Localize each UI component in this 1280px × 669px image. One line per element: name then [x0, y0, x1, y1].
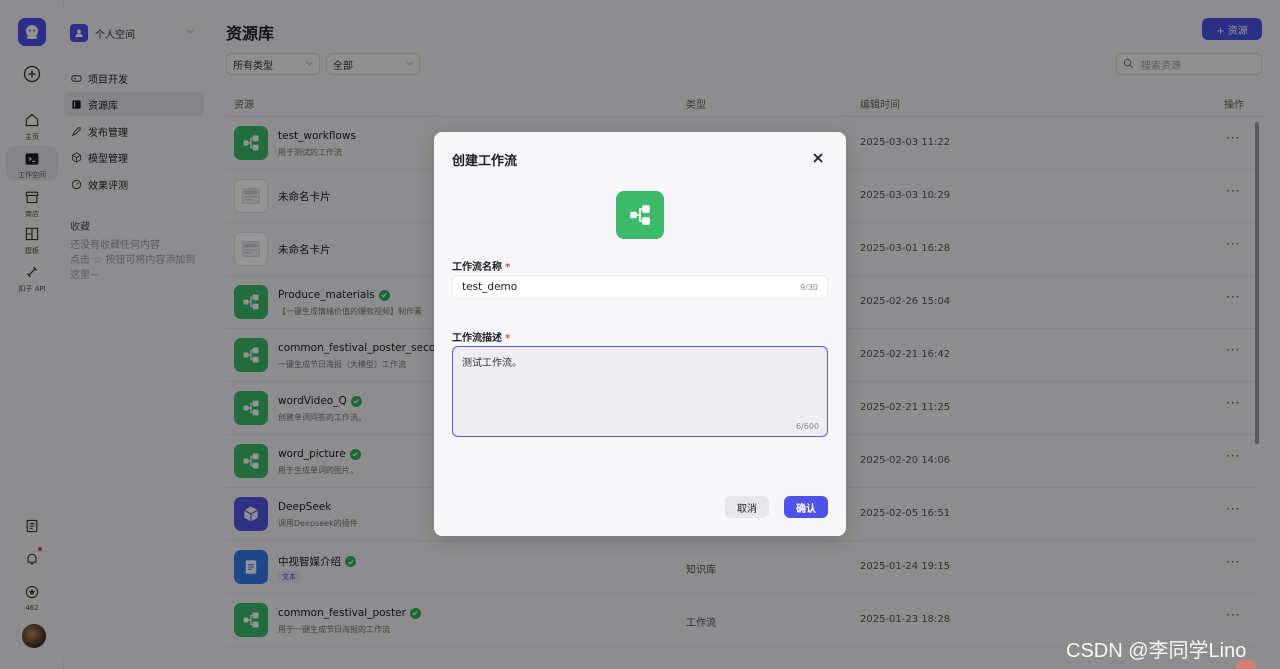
- close-icon[interactable]: [812, 152, 824, 164]
- desc-field-label-text: 工作流描述: [452, 333, 502, 344]
- confirm-button[interactable]: 确认: [784, 496, 828, 518]
- desc-field-label: 工作流描述 *: [452, 329, 510, 344]
- workflow-name-value: test_demo: [462, 281, 518, 293]
- required-mark: *: [505, 262, 511, 273]
- workflow-name-input[interactable]: test_demo: [452, 275, 828, 299]
- watermark-text: CSDN @李同学Lino: [1066, 640, 1247, 662]
- workflow-icon[interactable]: [616, 191, 664, 239]
- create-workflow-dialog: 创建工作流 工作流名称 * test_demo 9/30 工作流描述 * 测试工作流…: [434, 132, 846, 536]
- cancel-button[interactable]: 取消: [725, 496, 769, 518]
- workflow-description-value: 测试工作流。: [462, 358, 522, 369]
- desc-char-counter: 6/600: [796, 422, 820, 431]
- name-char-counter: 9/30: [800, 283, 818, 292]
- name-field-label: 工作流名称 *: [452, 258, 510, 273]
- required-mark: *: [505, 333, 511, 344]
- name-field-label-text: 工作流名称: [452, 262, 502, 273]
- dialog-title: 创建工作流: [452, 154, 518, 169]
- workflow-description-textarea[interactable]: 测试工作流。: [452, 346, 828, 437]
